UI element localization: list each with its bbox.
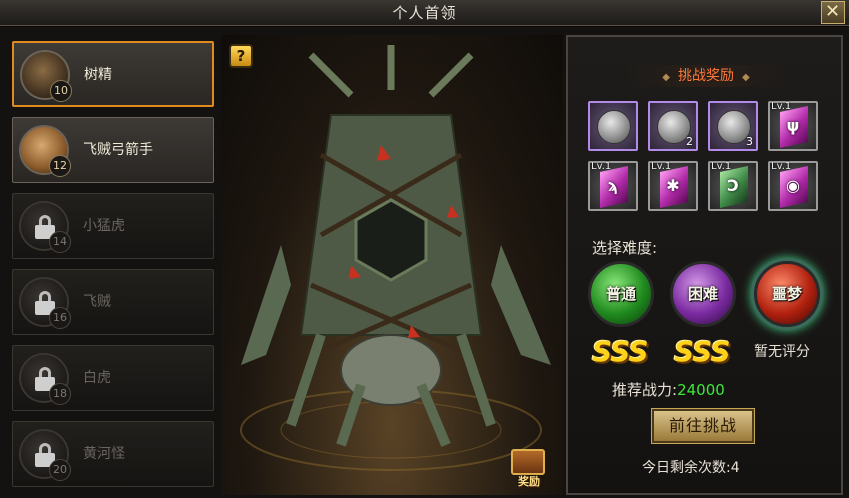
difficulty-hard-button[interactable]: 困难: [670, 261, 736, 327]
grade-hard: SSS: [674, 335, 731, 368]
boss-level-badge: 14: [49, 231, 71, 253]
chest-icon: [511, 449, 545, 475]
boss-model-tree-spirit: [240, 45, 551, 471]
boss-item-little-tiger[interactable]: 14 小猛虎: [12, 193, 214, 259]
boss-item-river-monster[interactable]: 20 黄河怪: [12, 421, 214, 487]
boss-name: 飞贼: [83, 294, 111, 310]
item-level: Lv.1: [771, 161, 792, 172]
grade-normal: SSS: [592, 335, 649, 368]
boss-level-badge: 18: [49, 383, 71, 405]
boss-level-badge: 10: [50, 80, 72, 102]
help-button[interactable]: ?: [229, 44, 253, 68]
diamond-icon: ◆: [662, 72, 670, 83]
reward-item-rune-crystal[interactable]: ✱ Lv.1: [648, 161, 698, 211]
reward-item-rune-crystal[interactable]: ◉ Lv.1: [768, 161, 818, 211]
boss-level-badge: 12: [49, 155, 71, 177]
item-level: Lv.1: [771, 101, 792, 112]
boss-item-bandit[interactable]: 16 飞贼: [12, 269, 214, 335]
boss-name: 黄河怪: [83, 446, 125, 462]
item-level: Lv.1: [651, 161, 672, 172]
remaining-attempts: 今日剩余次数:4: [642, 460, 740, 476]
window-title: 个人首领: [392, 4, 457, 22]
item-level: Lv.1: [591, 161, 612, 172]
diamond-icon: ◆: [742, 72, 750, 83]
reward-item-rune-crystal[interactable]: ϡ Lv.1: [588, 161, 638, 211]
boss-name: 白虎: [83, 370, 111, 386]
difficulty-label: 选择难度:: [592, 239, 658, 257]
item-level: Lv.1: [711, 161, 732, 172]
boss-avatar: 10: [20, 50, 72, 102]
silver-coin-icon: [597, 110, 631, 144]
close-button[interactable]: ✕: [821, 1, 845, 24]
boss-level-badge: 20: [49, 459, 71, 481]
boss-name: 飞贼弓箭手: [83, 142, 153, 158]
window-title-bar: 个人首领 ✕: [0, 0, 849, 26]
rewards-header: ◆ 挑战奖励 ◆: [628, 65, 784, 87]
boss-avatar: 16: [19, 277, 71, 329]
rewards-header-text: 挑战奖励: [678, 68, 734, 84]
boss-level-badge: 16: [49, 307, 71, 329]
reward-item-coin[interactable]: [588, 101, 638, 151]
challenge-panel: ◆ 挑战奖励 ◆ 2 3 ψ Lv.1 ϡ Lv.1 ✱ Lv.1 Ͻ Lv.1 ◉ Lv.1…: [566, 35, 843, 495]
reward-item-coin[interactable]: 2: [648, 101, 698, 151]
item-count: 3: [746, 135, 753, 148]
power-label: 推荐战力:: [612, 381, 678, 399]
boss-avatar: 14: [19, 201, 71, 253]
power-value: 24000: [677, 381, 725, 399]
reward-chest-button[interactable]: 奖励: [507, 445, 551, 489]
boss-preview-stage: ? 奖励: [221, 35, 563, 495]
reward-item-rune-crystal[interactable]: ψ Lv.1: [768, 101, 818, 151]
go-challenge-button[interactable]: 前往挑战: [651, 408, 755, 444]
recommended-power: 推荐战力:24000: [612, 379, 725, 400]
reward-item-rune-crystal[interactable]: Ͻ Lv.1: [708, 161, 758, 211]
boss-avatar: 12: [19, 125, 71, 177]
reward-chest-label: 奖励: [518, 475, 540, 488]
difficulty-nightmare-button[interactable]: 噩梦: [754, 261, 820, 327]
boss-item-tree-spirit[interactable]: 10 树精: [12, 41, 214, 107]
reward-grid: 2 3 ψ Lv.1 ϡ Lv.1 ✱ Lv.1 Ͻ Lv.1 ◉ Lv.1: [588, 101, 828, 227]
boss-item-white-tiger[interactable]: 18 白虎: [12, 345, 214, 411]
boss-item-bandit-archer[interactable]: 12 飞贼弓箭手: [12, 117, 214, 183]
reward-item-coin[interactable]: 3: [708, 101, 758, 151]
difficulty-normal-button[interactable]: 普通: [588, 261, 654, 327]
item-count: 2: [686, 135, 693, 148]
boss-avatar: 20: [19, 429, 71, 481]
boss-avatar: 18: [19, 353, 71, 405]
boss-name: 小猛虎: [83, 218, 125, 234]
boss-name: 树精: [84, 67, 112, 83]
grade-nightmare: 暂无评分: [754, 344, 810, 360]
boss-list: 10 树精 12 飞贼弓箭手 14 小猛虎 16 飞贼 18 白虎 20 黄河怪: [6, 35, 218, 495]
